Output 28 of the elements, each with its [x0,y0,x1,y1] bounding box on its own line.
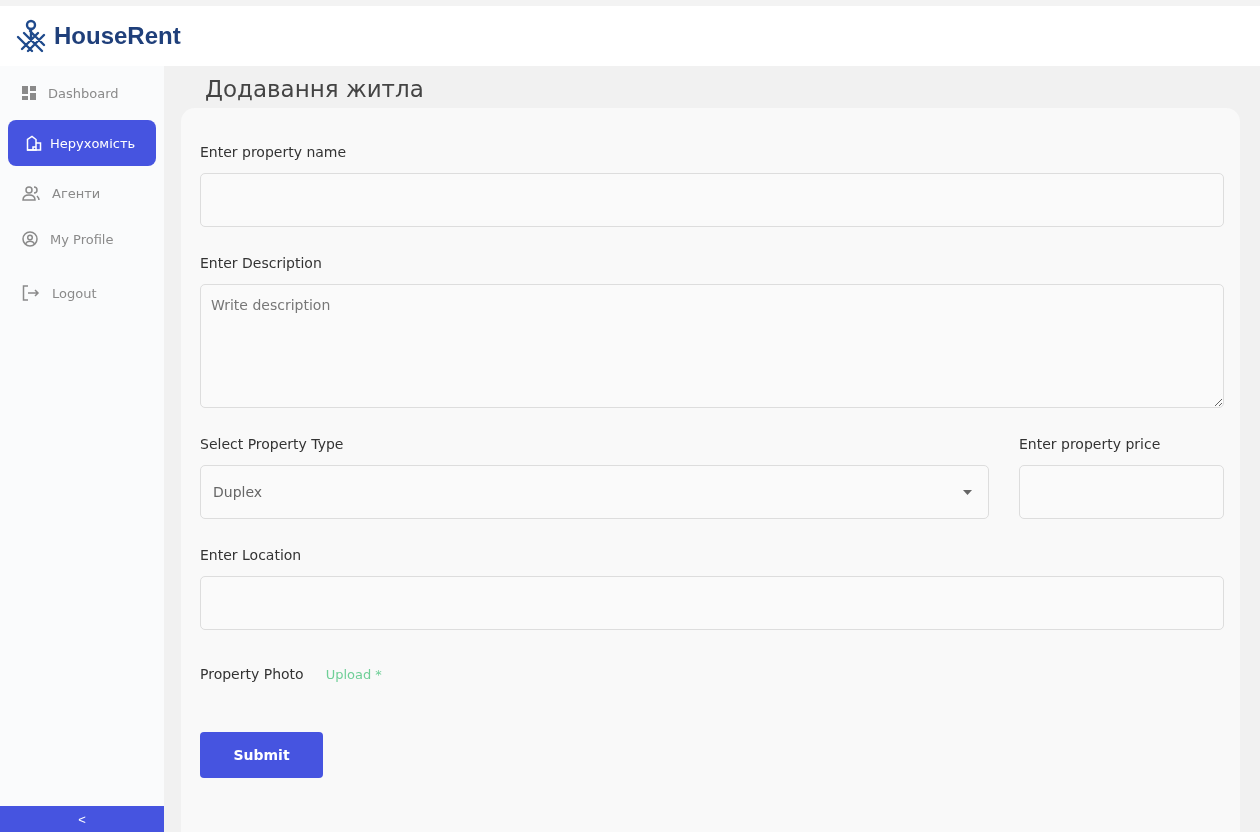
field-label: Enter Location [200,547,303,563]
sidebar-item[interactable]: Нерухомість [8,120,156,166]
field-label: Select Property Type [200,436,345,452]
sidebar-item[interactable]: Dashboard [8,74,156,112]
sidebar-item[interactable]: My Profile [8,220,156,258]
dashboard-icon [22,86,36,100]
submit-button[interactable]: Submit [200,732,323,778]
sidebar-item[interactable]: Logout [8,274,156,312]
property-type-select[interactable]: Duplex [200,465,989,519]
input-field[interactable] [200,173,1224,227]
logo-icon [14,19,48,53]
brand-name: HouseRent [54,22,181,50]
logout-icon [22,285,40,301]
input-field[interactable] [1019,465,1224,519]
user-circle-icon [22,231,38,247]
input-field[interactable] [200,576,1224,630]
collapse-button[interactable]: < [0,806,164,832]
photo-label: Property Photo [200,666,304,682]
users-icon [22,185,40,201]
building-icon [26,135,42,151]
field-label: Enter Description [200,255,323,271]
field-label: Enter property price [1019,436,1162,452]
sidebar-item[interactable]: Агенти [8,174,156,212]
dropdown-caret-icon [963,489,972,495]
page-title: Додавання житла [205,76,425,102]
upload-link[interactable]: Upload * [325,666,382,682]
description-field[interactable]: Write description [200,284,1224,408]
field-label: Enter property name [200,144,348,160]
